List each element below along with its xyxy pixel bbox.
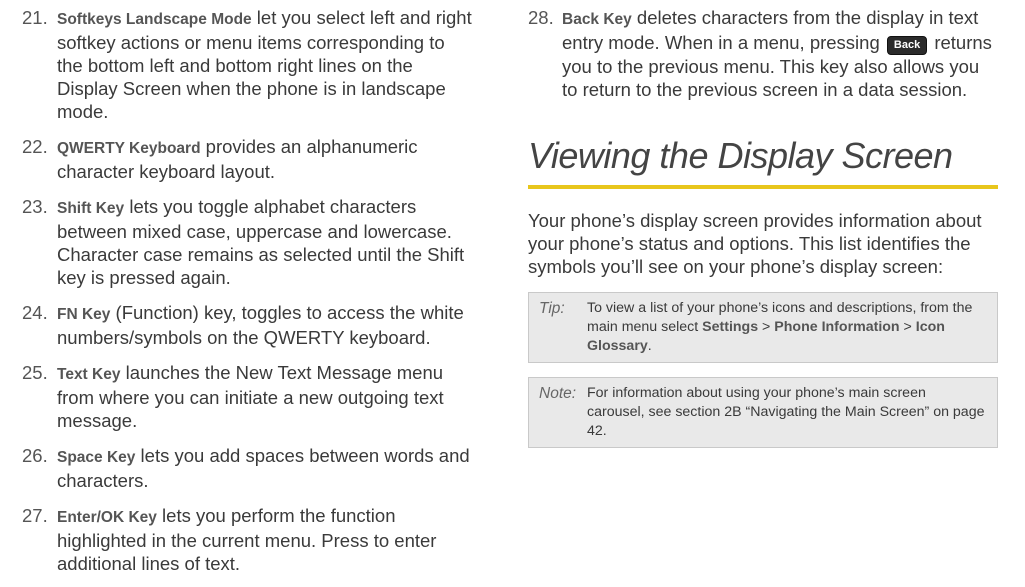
item-title: Enter/OK Key — [57, 509, 157, 526]
list-item: 25. Text Key launches the New Text Messag… — [22, 361, 474, 432]
tip-bold-settings: Settings — [702, 319, 759, 335]
list-item: 24. FN Key (Function) key, toggles to acc… — [22, 301, 474, 349]
item-number: 24. — [22, 302, 48, 323]
note-label: Note: — [539, 385, 577, 402]
key-list-continued: 28. Back Key deletes characters from the … — [528, 0, 998, 101]
item-number: 26. — [22, 445, 48, 466]
list-item: 28. Back Key deletes characters from the … — [528, 6, 998, 101]
list-item: 23. Shift Key lets you toggle alphabet ch… — [22, 195, 474, 289]
list-item: 22. QWERTY Keyboard provides an alphanume… — [22, 135, 474, 183]
section-title: Viewing the Display Screen — [528, 113, 998, 189]
item-title: Softkeys Landscape Mode — [57, 11, 252, 28]
tip-box: Tip: To view a list of your phone’s icon… — [528, 292, 998, 363]
list-item: 27. Enter/OK Key lets you perform the fun… — [22, 504, 474, 575]
note-box: Note: For information about using your p… — [528, 377, 998, 448]
right-column: 28. Back Key deletes characters from the … — [528, 0, 998, 462]
item-title: Space Key — [57, 449, 136, 466]
item-number: 21. — [22, 7, 48, 28]
item-number: 22. — [22, 136, 48, 157]
list-item: 21. Softkeys Landscape Mode let you selec… — [22, 6, 474, 123]
key-list: 21. Softkeys Landscape Mode let you selec… — [22, 0, 474, 575]
tip-bold-phone-info: Phone Information — [774, 319, 900, 335]
item-number: 25. — [22, 362, 48, 383]
list-item: 26. Space Key lets you add spaces between… — [22, 444, 474, 492]
item-title: QWERTY Keyboard — [57, 140, 201, 157]
item-text: (Function) key, toggles to access the wh… — [57, 302, 464, 348]
item-title: Back Key — [562, 11, 632, 28]
item-title: Shift Key — [57, 200, 125, 217]
tip-end: . — [647, 338, 652, 354]
item-title: Text Key — [57, 366, 121, 383]
item-number: 23. — [22, 196, 48, 217]
note-text: For information about using your phone’s… — [587, 385, 985, 439]
back-key-icon: Back — [886, 36, 928, 55]
item-title: FN Key — [57, 306, 111, 323]
left-column: 21. Softkeys Landscape Mode let you selec… — [22, 0, 474, 587]
intro-paragraph: Your phone’s display screen provides inf… — [528, 210, 982, 277]
tip-sep: > — [758, 319, 775, 335]
tip-label: Tip: — [539, 300, 565, 317]
item-number: 27. — [22, 505, 48, 526]
item-number: 28. — [528, 7, 554, 28]
tip-sep: > — [899, 319, 916, 335]
